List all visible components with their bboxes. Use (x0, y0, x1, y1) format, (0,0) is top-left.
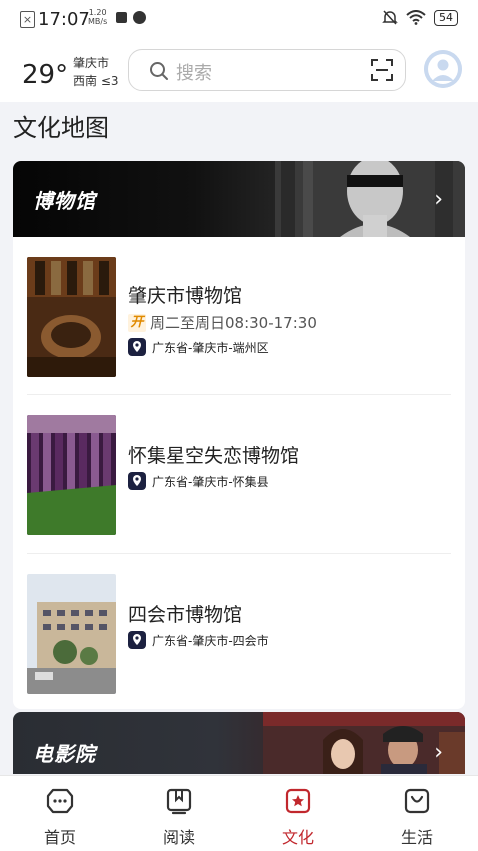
weather-city: 肇庆市 (73, 56, 110, 70)
chevron-right-icon[interactable]: › (434, 187, 443, 212)
search-placeholder: 搜索 (176, 63, 212, 84)
culture-star-icon (285, 788, 311, 814)
tab-label: 阅读 (162, 828, 195, 847)
location-pin-icon (128, 472, 146, 490)
location-pin-icon (128, 631, 146, 649)
bottom-tab-bar: 首页 阅读 文化 生活 (0, 775, 478, 851)
network-speed-unit: MB/s (88, 17, 108, 26)
book-icon (166, 788, 192, 815)
museum-name: 四会市博物馆 (128, 604, 243, 626)
notification-close-icon: × (20, 11, 35, 28)
museum-name: 怀集星空失恋博物馆 (128, 445, 300, 467)
museum-thumbnail (27, 257, 116, 377)
opening-hours-text: 周二至周日08:30-17:30 (150, 314, 317, 332)
list-item[interactable]: 怀集星空失恋博物馆 广东省-肇庆市-怀集县 (27, 395, 451, 545)
museum-address: 广东省-肇庆市-怀集县 (128, 472, 269, 490)
cinema-section-banner[interactable]: 电影院 › (13, 712, 465, 774)
weather-wind: 西南 ≤3 (73, 74, 119, 88)
museum-name: 肇庆市博物馆 (128, 285, 243, 307)
clock: 17:07 (38, 9, 90, 30)
tab-label: 首页 (43, 828, 76, 847)
app-notification-icon (133, 11, 146, 24)
address-text: 广东省-肇庆市-四会市 (152, 633, 269, 648)
museum-address: 广东省-肇庆市-四会市 (128, 631, 269, 649)
cinema-section-title: 电影院 (33, 742, 96, 766)
status-bar: × 17:07 1.20 MB/s 54 (0, 0, 478, 40)
search-bar[interactable]: 搜索 (128, 49, 406, 91)
opening-hours: 开 周二至周日08:30-17:30 (128, 312, 317, 333)
page-title: 文化地图 (13, 114, 109, 142)
museum-thumbnail (27, 574, 116, 694)
address-text: 广东省-肇庆市-怀集县 (152, 474, 269, 489)
app-notification-icon (116, 12, 127, 23)
avatar-icon (424, 50, 462, 88)
museum-address: 广东省-肇庆市-端州区 (128, 338, 269, 356)
home-chat-icon (46, 788, 74, 814)
top-header: 29° 肇庆市 西南 ≤3 搜索 (0, 40, 478, 102)
open-badge: 开 (128, 313, 146, 332)
tab-label: 生活 (400, 828, 433, 847)
wifi-icon (406, 10, 426, 25)
weather-location: 肇庆市 西南 ≤3 (73, 54, 119, 90)
weather-temperature: 29° (22, 60, 69, 90)
address-text: 广东省-肇庆市-端州区 (152, 340, 269, 355)
network-speed-value: 1.20 (88, 8, 107, 17)
battery-indicator: 54 (434, 9, 458, 26)
list-item[interactable]: 四会市博物馆 广东省-肇庆市-四会市 (27, 554, 451, 704)
tab-reading[interactable]: 阅读 (139, 786, 219, 848)
museum-section-title: 博物馆 (33, 189, 96, 213)
tab-home[interactable]: 首页 (20, 786, 100, 848)
chevron-right-icon[interactable]: › (434, 740, 443, 765)
tab-label: 文化 (281, 828, 314, 847)
scan-icon[interactable] (371, 59, 393, 81)
tab-life[interactable]: 生活 (377, 786, 457, 848)
location-pin-icon (128, 338, 146, 356)
search-icon (150, 62, 168, 80)
tab-culture[interactable]: 文化 (258, 786, 338, 848)
museum-section-banner[interactable]: 博物馆 › (13, 161, 465, 237)
museum-thumbnail (27, 415, 116, 535)
list-item[interactable]: 肇庆市博物馆 开 周二至周日08:30-17:30 广东省-肇庆市-端州区 (27, 237, 451, 387)
network-speed: 1.20 MB/s (88, 8, 107, 26)
mute-bell-icon (382, 10, 398, 25)
museum-section-card: 博物馆 › 肇庆市博物馆 开 周二至周日08:30-17:30 广东省-肇庆市-… (13, 161, 465, 709)
user-avatar[interactable] (424, 50, 462, 88)
shopping-bag-icon (404, 788, 430, 814)
